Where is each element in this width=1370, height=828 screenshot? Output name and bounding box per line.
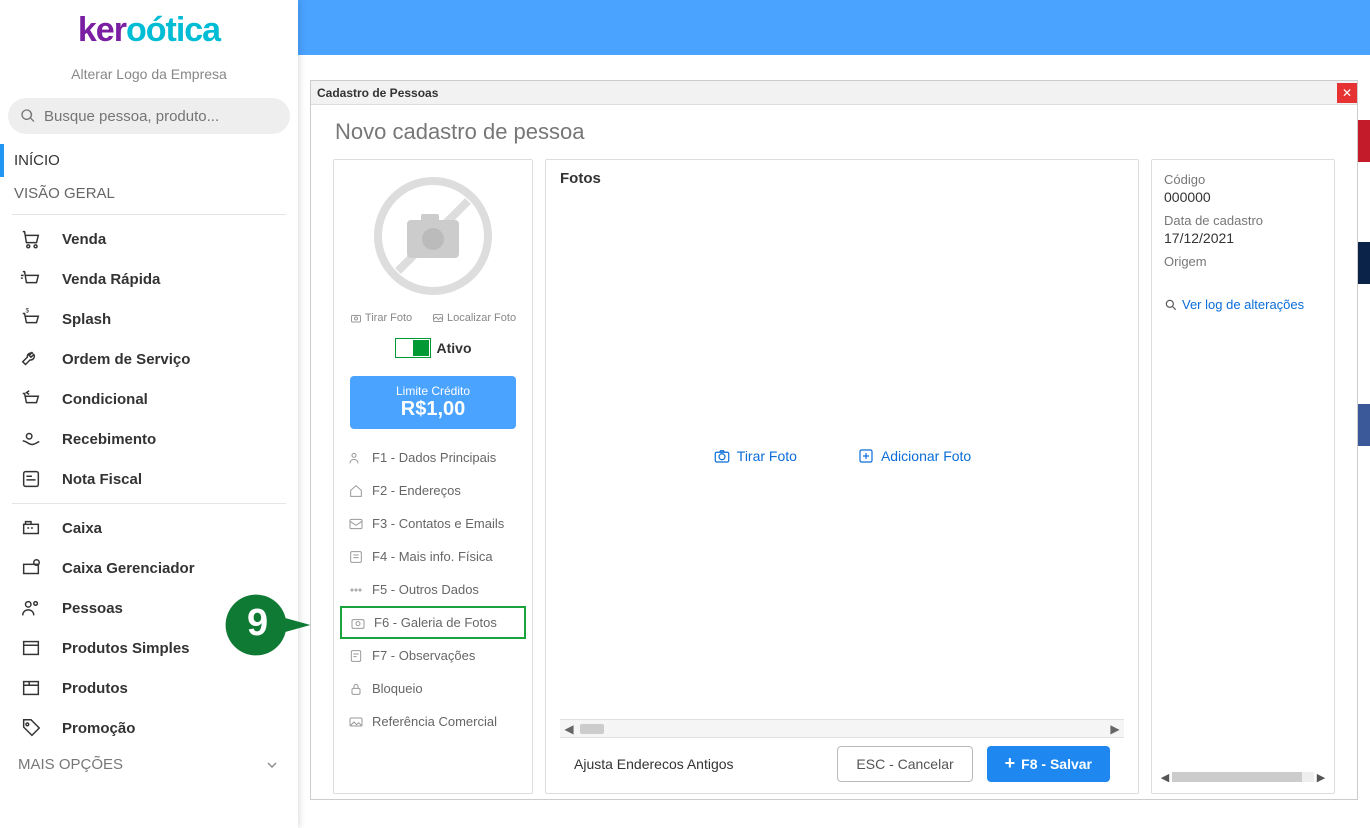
search-icon xyxy=(20,108,36,124)
nav-nota-fiscal[interactable]: Nota Fiscal xyxy=(0,459,298,499)
form-footer: Ajusta Enderecos Antigos ESC - Cancelar … xyxy=(560,737,1124,789)
nav-condicional[interactable]: Condicional xyxy=(0,379,298,419)
tirar-foto-action[interactable]: Tirar Foto xyxy=(713,447,797,465)
scroll-thumb[interactable] xyxy=(580,724,604,734)
tag-icon xyxy=(18,715,44,741)
save-button[interactable]: +F8 - Salvar xyxy=(987,746,1110,782)
tab-f1-dados[interactable]: F1 - Dados Principais xyxy=(340,441,526,474)
data-cadastro-label: Data de cadastro xyxy=(1164,213,1322,228)
tab-f3-contatos[interactable]: F3 - Contatos e Emails xyxy=(340,507,526,540)
ativo-toggle[interactable] xyxy=(395,338,431,358)
divider xyxy=(12,503,286,504)
plus-square-icon xyxy=(857,447,875,465)
nav-venda-rapida[interactable]: Venda Rápida xyxy=(0,259,298,299)
invoice-icon xyxy=(18,466,44,492)
codigo-value: 000000 xyxy=(1164,189,1322,205)
scroll-thumb[interactable] xyxy=(1172,772,1302,782)
fotos-heading: Fotos xyxy=(560,170,1124,187)
tab-f7-observacoes[interactable]: F7 - Observações xyxy=(340,639,526,672)
scroll-left-icon[interactable]: ◀ xyxy=(560,722,578,736)
tab-f2-enderecos[interactable]: F2 - Endereços xyxy=(340,474,526,507)
tab-referencia[interactable]: Referência Comercial xyxy=(340,705,526,738)
origem-label: Origem xyxy=(1164,254,1322,269)
window-titlebar: Cadastro de Pessoas ✕ xyxy=(311,81,1357,105)
plus-icon: + xyxy=(1005,753,1016,774)
change-logo-link[interactable]: Alterar Logo da Empresa xyxy=(0,60,298,98)
nav-venda[interactable]: Venda xyxy=(0,219,298,259)
center-panel: Fotos Tirar Foto Adicionar Foto ◀ ▶ Ajus… xyxy=(545,159,1139,794)
background-artifact xyxy=(1358,120,1370,720)
mini-scrollbar[interactable]: ◀ ▶ xyxy=(1158,769,1328,785)
camera-icon xyxy=(713,447,731,465)
chevron-down-icon xyxy=(264,757,280,773)
search-box[interactable] xyxy=(8,98,290,134)
codigo-label: Código xyxy=(1164,172,1322,187)
step-callout: 9 xyxy=(224,585,320,670)
nav-more-options[interactable]: MAIS OPÇÕES xyxy=(0,748,298,781)
info-panel: Código 000000 Data de cadastro 17/12/202… xyxy=(1151,159,1335,794)
horizontal-scrollbar[interactable]: ◀ ▶ xyxy=(560,719,1124,737)
nav-splash[interactable]: $Splash xyxy=(0,299,298,339)
cart-icon xyxy=(18,226,44,252)
register-manage-icon xyxy=(18,555,44,581)
window-cadastro-pessoas: Cadastro de Pessoas ✕ Novo cadastro de p… xyxy=(310,80,1358,800)
search-icon xyxy=(1164,298,1178,312)
sidebar: keroótica Alterar Logo da Empresa INÍCIO… xyxy=(0,0,298,828)
page-title: Novo cadastro de pessoa xyxy=(311,105,1357,159)
wrench-icon xyxy=(18,346,44,372)
svg-text:$: $ xyxy=(26,308,30,315)
nav-section-inicio[interactable]: INÍCIO xyxy=(0,144,298,177)
nav-produtos[interactable]: Produtos xyxy=(0,668,298,708)
dollar-cart-icon: $ xyxy=(18,306,44,332)
box-simple-icon xyxy=(18,635,44,661)
scroll-right-icon[interactable]: ▶ xyxy=(1314,771,1328,784)
nav-recebimento[interactable]: Recebimento xyxy=(0,419,298,459)
nav-caixa-gerenciador[interactable]: Caixa Gerenciador xyxy=(0,548,298,588)
nav-caixa[interactable]: Caixa xyxy=(0,508,298,548)
ativo-label: Ativo xyxy=(437,340,472,356)
nav-ordem-servico[interactable]: Ordem de Serviço xyxy=(0,339,298,379)
localizar-foto-small[interactable]: Localizar Foto xyxy=(432,312,516,324)
cancel-button[interactable]: ESC - Cancelar xyxy=(837,746,972,782)
tab-f4-info-fisica[interactable]: F4 - Mais info. Física xyxy=(340,540,526,573)
register-icon xyxy=(18,515,44,541)
divider xyxy=(12,214,286,215)
data-cadastro-value: 17/12/2021 xyxy=(1164,230,1322,246)
scroll-left-icon[interactable]: ◀ xyxy=(1158,771,1172,784)
return-cart-icon xyxy=(18,386,44,412)
nav-section-visao[interactable]: VISÃO GERAL xyxy=(0,177,298,210)
photo-placeholder xyxy=(348,166,518,306)
person-side-panel: Tirar Foto Localizar Foto Ativo Limite C… xyxy=(333,159,533,794)
credit-limit-box[interactable]: Limite Crédito R$1,00 xyxy=(350,376,516,429)
box-icon xyxy=(18,675,44,701)
top-bar xyxy=(298,0,1370,55)
scroll-right-icon[interactable]: ▶ xyxy=(1106,722,1124,736)
adicionar-foto-action[interactable]: Adicionar Foto xyxy=(857,447,971,465)
fast-cart-icon xyxy=(18,266,44,292)
window-close-button[interactable]: ✕ xyxy=(1337,83,1357,103)
tirar-foto-small[interactable]: Tirar Foto xyxy=(350,312,412,324)
people-icon xyxy=(18,595,44,621)
tab-bloqueio[interactable]: Bloqueio xyxy=(340,672,526,705)
tab-f5-outros[interactable]: F5 - Outros Dados xyxy=(340,573,526,606)
nav-promocao[interactable]: Promoção xyxy=(0,708,298,748)
tab-f6-galeria[interactable]: F6 - Galeria de Fotos xyxy=(340,606,526,639)
ver-log-link[interactable]: Ver log de alterações xyxy=(1164,297,1322,312)
search-input[interactable] xyxy=(44,108,278,125)
brand-logo: keroótica xyxy=(0,0,298,60)
ajusta-enderecos-link[interactable]: Ajusta Enderecos Antigos xyxy=(574,756,734,772)
hand-money-icon xyxy=(18,426,44,452)
logo-accent: o xyxy=(126,11,146,50)
